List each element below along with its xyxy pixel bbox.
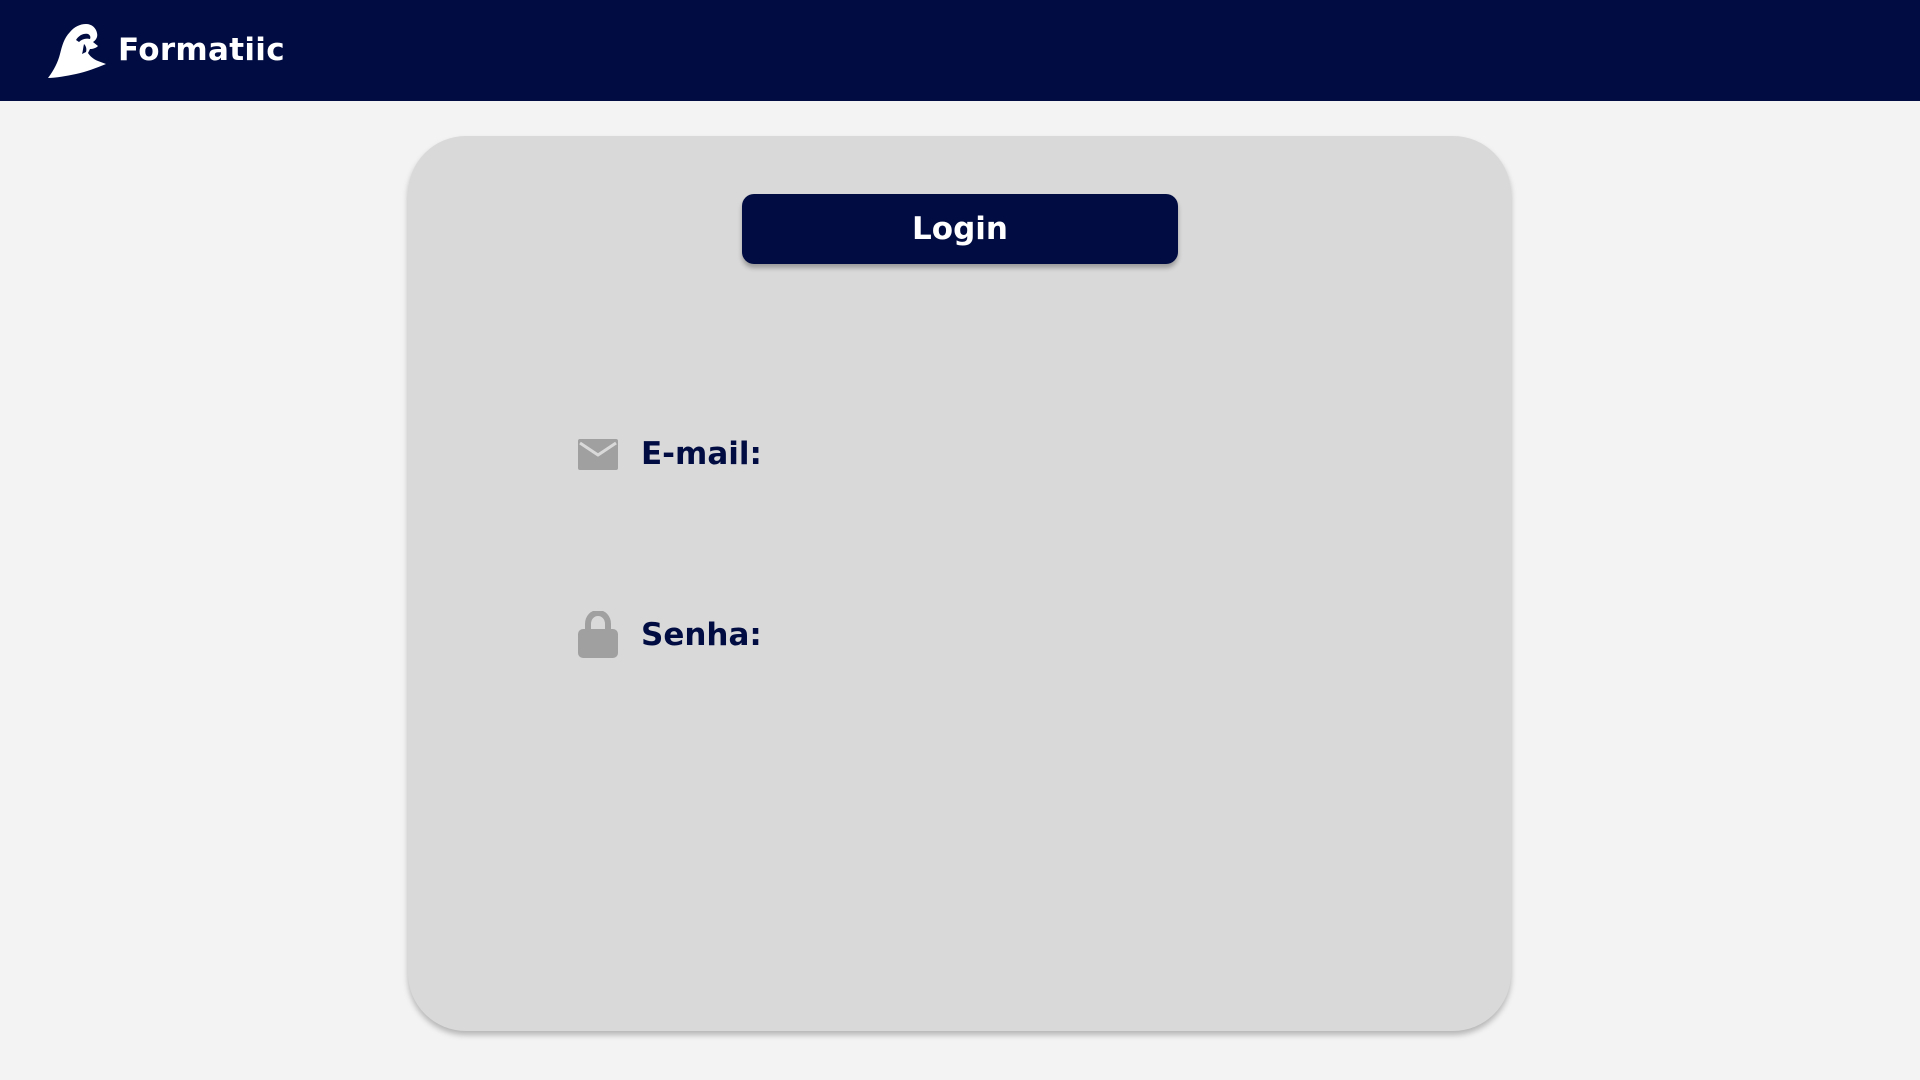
login-card: Login E-mail: Senha: bbox=[408, 136, 1511, 1031]
brand[interactable]: Formatiic bbox=[46, 20, 285, 80]
brand-name: Formatiic bbox=[118, 32, 285, 68]
password-input[interactable] bbox=[777, 612, 1342, 658]
top-navigation-bar: Formatiic bbox=[0, 0, 1920, 101]
email-field-row: E-mail: bbox=[577, 424, 1342, 484]
password-label: Senha: bbox=[641, 617, 762, 653]
email-label: E-mail: bbox=[641, 436, 762, 472]
hooded-figure-logo-icon bbox=[48, 24, 106, 78]
login-button[interactable]: Login bbox=[742, 194, 1178, 264]
email-input[interactable] bbox=[777, 431, 1342, 477]
password-field-row: Senha: bbox=[577, 605, 1342, 665]
envelope-icon bbox=[577, 430, 619, 478]
lock-icon bbox=[577, 611, 619, 659]
